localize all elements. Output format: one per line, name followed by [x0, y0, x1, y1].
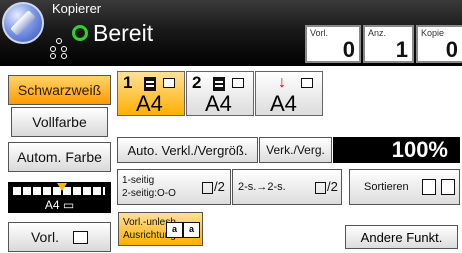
- counter-value: 0: [342, 37, 355, 62]
- two-sided-fraction: /2: [315, 179, 338, 194]
- paper-icon: [163, 78, 175, 88]
- bypass-tray-icon: ↓: [278, 74, 286, 91]
- full-color-button[interactable]: Vollfarbe: [11, 107, 108, 137]
- auto-reduce-enlarge-button[interactable]: Auto. Verkl./Vergröß.: [117, 137, 258, 163]
- status-text: Bereit: [93, 20, 154, 46]
- zoom-value: 100%: [333, 137, 460, 163]
- duplex-fraction: /2: [202, 179, 225, 194]
- copies-counter: Kopie 0: [416, 25, 462, 63]
- duplex-mode-button[interactable]: 1-seitig 2-seitig:O-O /2: [117, 169, 231, 205]
- other-functions-button[interactable]: Andere Funkt.: [345, 225, 458, 249]
- reduce-enlarge-button[interactable]: Verk./Verg.: [259, 137, 332, 163]
- sort-button[interactable]: Sortieren: [349, 169, 460, 205]
- paper-stack-icon: [213, 77, 225, 91]
- tray-number: 2: [192, 73, 202, 92]
- quantity-counter: Anz. 1: [363, 25, 414, 63]
- orientation-icon: a: [166, 222, 183, 238]
- orientation-icon: a: [183, 222, 200, 238]
- copier-app-icon[interactable]: [2, 2, 44, 44]
- tray-size: A4: [270, 91, 297, 116]
- two-sided-button[interactable]: 2-s.→2-s. /2: [232, 169, 342, 205]
- paper-icon: [232, 78, 244, 88]
- original-button[interactable]: Vorl.: [8, 222, 111, 252]
- tray-1-button[interactable]: 1 A4: [117, 71, 185, 116]
- app-title: Kopierer: [52, 1, 102, 16]
- originals-counter: Vorl. 0: [305, 25, 361, 63]
- density-indicator[interactable]: A4 ▭: [8, 182, 111, 213]
- black-white-button[interactable]: Schwarzweiß: [8, 75, 111, 105]
- two-sided-label: 2-s.→2-s.: [238, 181, 286, 193]
- tray-size: A4: [205, 91, 232, 116]
- counter-label: Kopie: [421, 28, 445, 38]
- density-marker-icon: [57, 183, 67, 191]
- auto-color-button[interactable]: Autom. Farbe: [8, 142, 111, 172]
- ready-status-icon: [72, 25, 88, 41]
- sort-label: Sortieren: [364, 181, 409, 193]
- original-icon: [73, 230, 88, 244]
- tray-number: 1: [123, 73, 133, 92]
- paper-icon: [301, 78, 313, 88]
- header-bar: Kopierer Bereit Vorl. 0 Anz. 1 Kopie 0: [0, 0, 462, 66]
- users-icon: [50, 38, 70, 60]
- original-orientation-button[interactable]: Vorl.-unlesb. Ausrichtung a a: [118, 212, 203, 246]
- page-icon: [202, 181, 213, 194]
- sort-stack-icon: [441, 179, 455, 195]
- copier-screen: Kopierer Bereit Vorl. 0 Anz. 1 Kopie 0 S…: [0, 0, 462, 253]
- paper-stack-icon: [144, 77, 156, 91]
- density-paper-size: A4 ▭: [44, 198, 75, 212]
- bypass-tray-button[interactable]: ↓ A4: [255, 71, 323, 116]
- counter-label: Vorl.: [310, 28, 329, 38]
- page-icon: [315, 181, 326, 194]
- counter-label: Anz.: [368, 28, 387, 38]
- original-label: Vorl.: [30, 229, 59, 245]
- duplex-line-2: 2-seitig:O-O: [122, 188, 176, 199]
- duplex-line-1: 1-seitig: [122, 175, 155, 186]
- tray-2-button[interactable]: 2 A4: [186, 71, 254, 116]
- sort-stack-icon: [422, 179, 436, 195]
- counter-value: 0: [445, 37, 458, 62]
- counter-value: 1: [395, 37, 408, 62]
- tray-size: A4: [136, 91, 163, 116]
